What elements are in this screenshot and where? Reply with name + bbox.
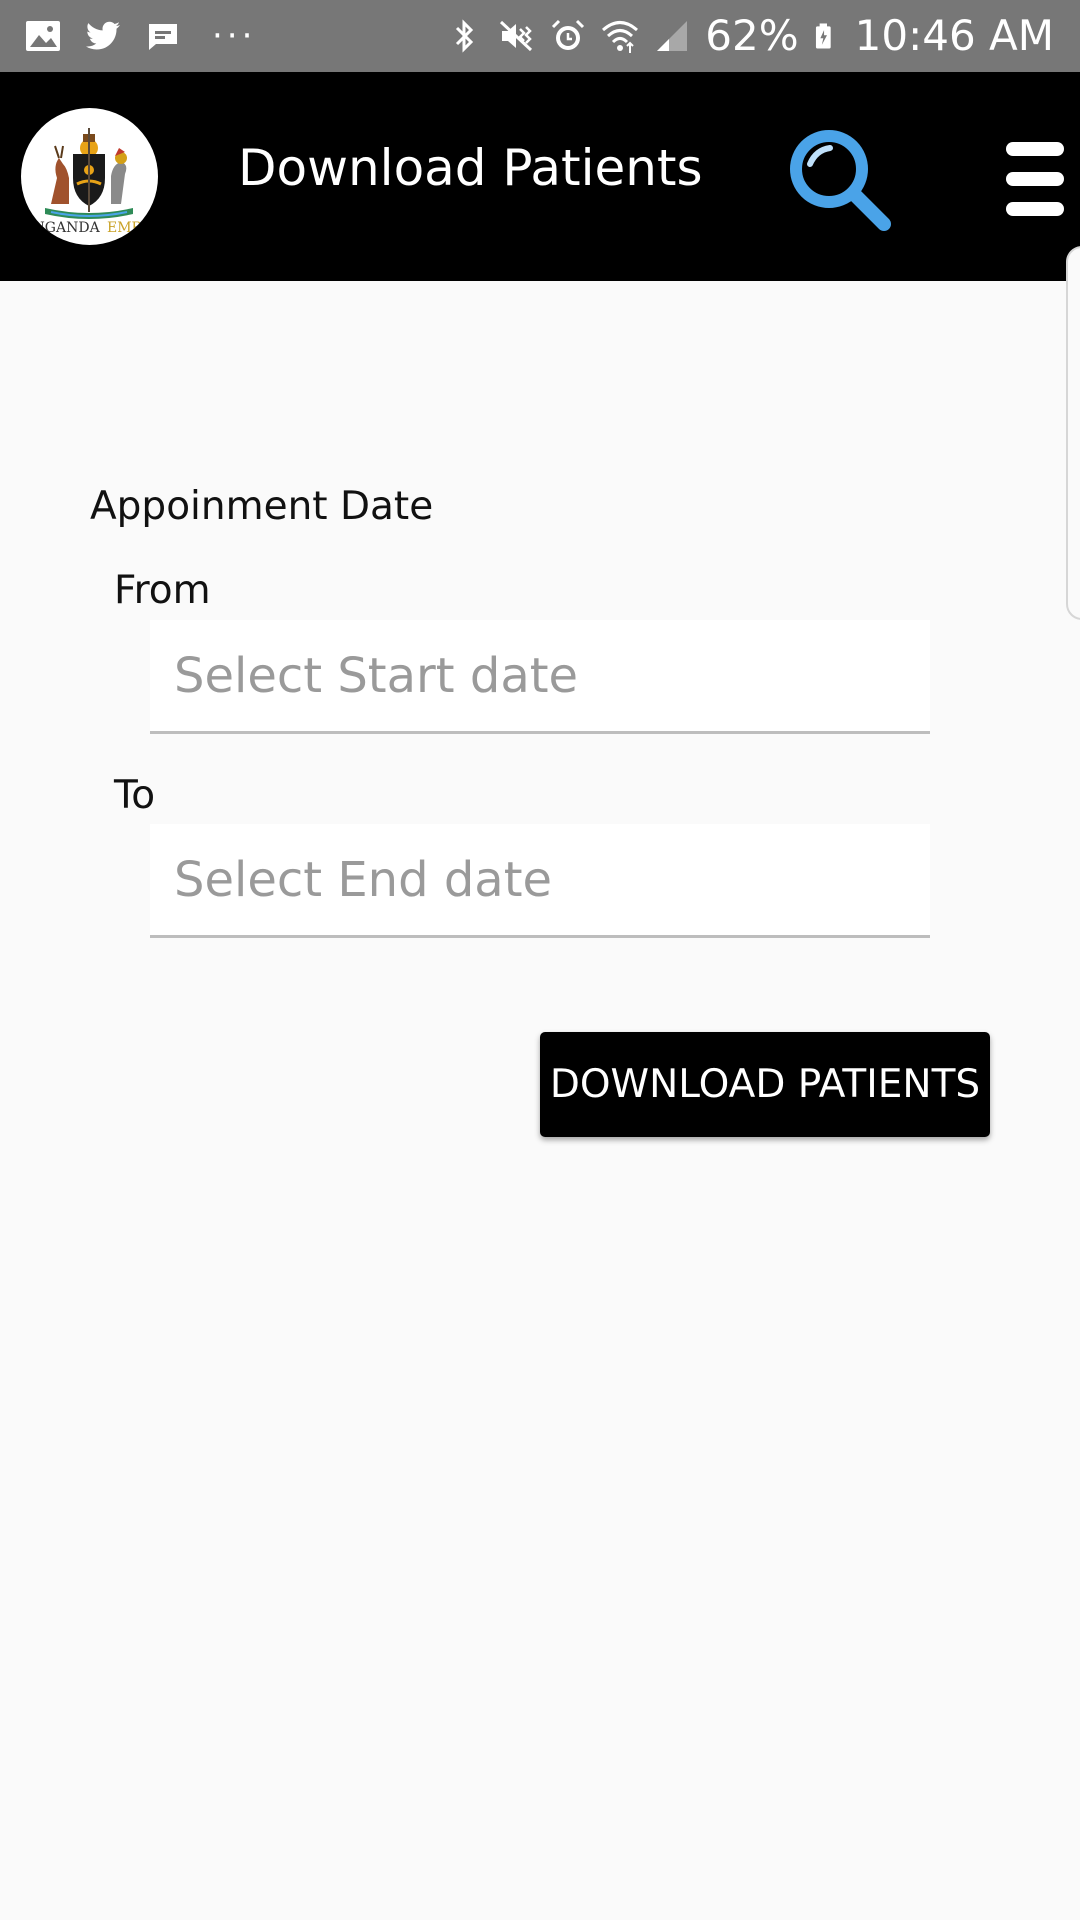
twitter-icon <box>85 21 120 50</box>
from-label: From <box>114 568 211 613</box>
search-button[interactable] <box>784 126 894 236</box>
download-patients-button[interactable]: DOWNLOAD PATIENTS <box>540 1032 990 1137</box>
bluetooth-icon <box>456 19 474 53</box>
end-date-field[interactable] <box>150 824 930 938</box>
uganda-emr-logo: UGANDA EMR <box>21 108 158 245</box>
gallery-icon <box>26 21 60 51</box>
message-icon <box>149 24 177 50</box>
search-icon <box>790 130 891 231</box>
coat-of-arms-icon: UGANDA EMR <box>33 128 143 236</box>
battery-percent: 62% <box>705 11 799 60</box>
screen: ··· 62% 10:46 AM UGANDA EMR Download Pat… <box>0 0 1080 1920</box>
to-label: To <box>114 773 156 818</box>
alarm-icon <box>552 19 585 50</box>
app-toolbar: UGANDA EMR Download Patients <box>0 72 1080 281</box>
wifi-icon <box>602 21 639 53</box>
hamburger-menu-icon <box>1006 142 1064 216</box>
clock: 10:46 AM <box>854 11 1054 60</box>
menu-button[interactable] <box>1002 138 1068 220</box>
page-title: Download Patients <box>238 139 703 197</box>
start-date-field[interactable] <box>150 620 930 734</box>
more-notifications-indicator: ··· <box>212 16 257 56</box>
status-bar: ··· 62% 10:46 AM <box>0 0 1080 72</box>
logo-text-uganda: UGANDA <box>33 220 101 236</box>
side-panel-edge[interactable] <box>1066 246 1080 620</box>
logo-text-emr: EMR <box>107 220 143 236</box>
appointment-date-label: Appoinment Date <box>90 484 434 529</box>
battery-charging-icon <box>815 23 831 49</box>
signal-icon <box>657 21 688 51</box>
vibrate-mute-icon <box>500 20 533 52</box>
